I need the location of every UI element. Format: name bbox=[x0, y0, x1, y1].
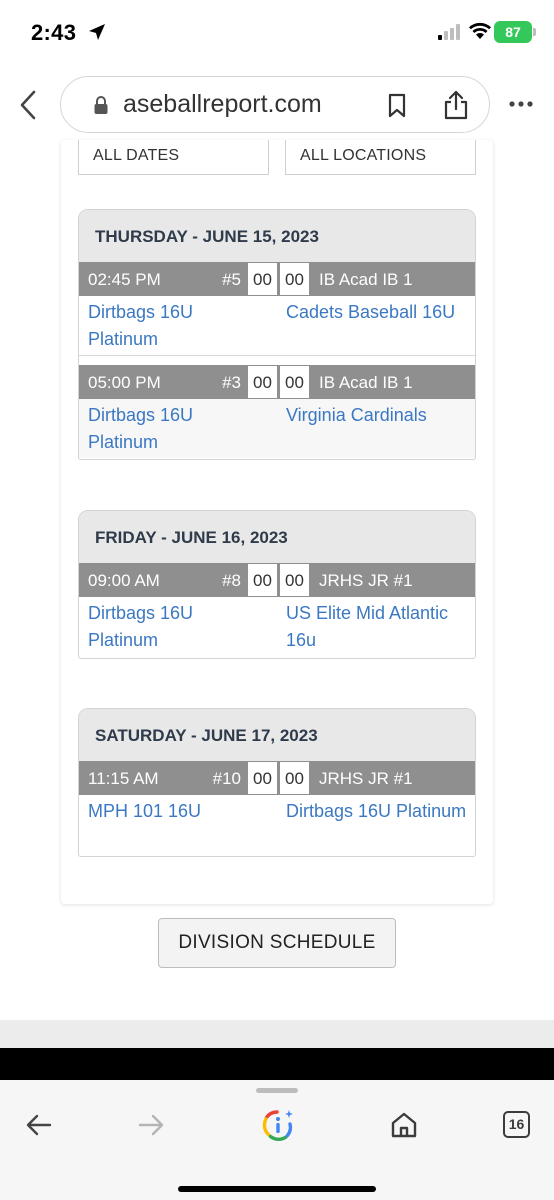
team-link-home[interactable]: Virginia Cardinals bbox=[286, 402, 472, 429]
day-section-saturday: SATURDAY - JUNE 17, 2023 11:15 AM #10 00… bbox=[78, 708, 476, 857]
game-time: 09:00 AM bbox=[88, 571, 160, 590]
teams-row: Dirtbags 16U Platinum Cadets Baseball 16… bbox=[79, 296, 475, 355]
nav-forward-icon[interactable] bbox=[138, 1114, 164, 1136]
teams-row: MPH 101 16U Dirtbags 16U Platinum bbox=[79, 795, 475, 854]
battery-nub bbox=[533, 28, 536, 36]
score-box-home: 00 bbox=[279, 761, 310, 795]
game-time: 02:45 PM bbox=[88, 270, 161, 289]
game-number: #5 bbox=[222, 270, 241, 289]
date-filter-select[interactable]: ALL DATES bbox=[78, 140, 269, 175]
share-icon[interactable] bbox=[443, 89, 469, 121]
team-link-home[interactable]: Cadets Baseball 16U bbox=[286, 299, 472, 326]
day-header: THURSDAY - JUNE 15, 2023 bbox=[79, 210, 475, 262]
game-info-bar: 09:00 AM #8 00 00 JRHS JR #1 bbox=[79, 563, 475, 597]
address-bar[interactable]: aseballreport.com bbox=[60, 76, 490, 133]
status-bar: 2:43 87 bbox=[0, 0, 554, 66]
division-schedule-button[interactable]: DIVISION SCHEDULE bbox=[158, 918, 396, 968]
cellular-signal-icon bbox=[438, 24, 460, 40]
game-info-bar: 02:45 PM #5 00 00 IB Acad IB 1 bbox=[79, 262, 475, 296]
back-icon[interactable] bbox=[16, 88, 42, 122]
game-time: 05:00 PM bbox=[88, 373, 161, 392]
browser-toolbar: 16 bbox=[0, 1080, 554, 1200]
page-footer bbox=[0, 1020, 554, 1048]
score-box-home: 00 bbox=[279, 365, 310, 399]
score-box-away: 00 bbox=[247, 365, 278, 399]
google-lens-icon[interactable] bbox=[260, 1108, 296, 1144]
location-filter-select[interactable]: ALL LOCATIONS bbox=[285, 140, 476, 175]
score-box-away: 00 bbox=[247, 563, 278, 597]
drag-handle[interactable] bbox=[256, 1088, 298, 1093]
team-link-away[interactable]: MPH 101 16U bbox=[88, 798, 268, 825]
score-box-away: 00 bbox=[247, 262, 278, 296]
nav-back-icon[interactable] bbox=[26, 1114, 52, 1136]
wifi-icon bbox=[469, 22, 491, 39]
score-box-home: 00 bbox=[279, 262, 310, 296]
game-row: 05:00 PM #3 00 00 IB Acad IB 1 Dirtbags … bbox=[79, 365, 475, 458]
battery-level: 87 bbox=[505, 24, 521, 40]
battery-indicator: 87 bbox=[494, 21, 532, 43]
location-arrow-icon bbox=[89, 24, 105, 40]
home-indicator bbox=[178, 1186, 376, 1192]
lock-icon bbox=[94, 96, 108, 114]
tab-count: 16 bbox=[508, 1116, 525, 1132]
game-info-bar: 11:15 AM #10 00 00 JRHS JR #1 bbox=[79, 761, 475, 795]
day-section-thursday: THURSDAY - JUNE 15, 2023 02:45 PM #5 00 … bbox=[78, 209, 476, 460]
team-link-home[interactable]: US Elite Mid Atlantic 16u bbox=[286, 600, 472, 654]
status-time: 2:43 bbox=[31, 20, 77, 45]
team-link-home[interactable]: Dirtbags 16U Platinum bbox=[286, 798, 472, 825]
url-text: aseballreport.com bbox=[123, 90, 322, 118]
score-box-away: 00 bbox=[247, 761, 278, 795]
game-row: 09:00 AM #8 00 00 JRHS JR #1 Dirtbags 16… bbox=[79, 563, 475, 656]
game-number: #8 bbox=[222, 571, 241, 590]
game-field-link[interactable]: IB Acad IB 1 bbox=[319, 270, 413, 290]
team-link-away[interactable]: Dirtbags 16U Platinum bbox=[88, 402, 268, 456]
home-icon[interactable] bbox=[390, 1111, 418, 1139]
footer-bar bbox=[0, 1048, 554, 1080]
game-info-bar: 05:00 PM #3 00 00 IB Acad IB 1 bbox=[79, 365, 475, 399]
game-row: 02:45 PM #5 00 00 IB Acad IB 1 Dirtbags … bbox=[79, 262, 475, 356]
team-link-away[interactable]: Dirtbags 16U Platinum bbox=[88, 299, 268, 353]
team-link-away[interactable]: Dirtbags 16U Platinum bbox=[88, 600, 268, 654]
game-row: 11:15 AM #10 00 00 JRHS JR #1 MPH 101 16… bbox=[79, 761, 475, 854]
game-field-link[interactable]: JRHS JR #1 bbox=[319, 769, 413, 789]
tab-switcher-button[interactable]: 16 bbox=[503, 1111, 530, 1138]
game-number: #3 bbox=[222, 373, 241, 392]
day-header: FRIDAY - JUNE 16, 2023 bbox=[79, 511, 475, 563]
day-header: SATURDAY - JUNE 17, 2023 bbox=[79, 709, 475, 761]
game-number: #10 bbox=[212, 769, 241, 788]
day-section-friday: FRIDAY - JUNE 16, 2023 09:00 AM #8 00 00… bbox=[78, 510, 476, 659]
teams-row: Dirtbags 16U Platinum US Elite Mid Atlan… bbox=[79, 597, 475, 656]
more-icon[interactable] bbox=[509, 100, 533, 108]
bookmark-icon[interactable] bbox=[387, 93, 407, 119]
score-box-home: 00 bbox=[279, 563, 310, 597]
teams-row: Dirtbags 16U Platinum Virginia Cardinals bbox=[79, 399, 475, 458]
game-time: 11:15 AM bbox=[88, 769, 159, 788]
game-field-link[interactable]: JRHS JR #1 bbox=[319, 571, 413, 591]
game-field-link[interactable]: IB Acad IB 1 bbox=[319, 373, 413, 393]
